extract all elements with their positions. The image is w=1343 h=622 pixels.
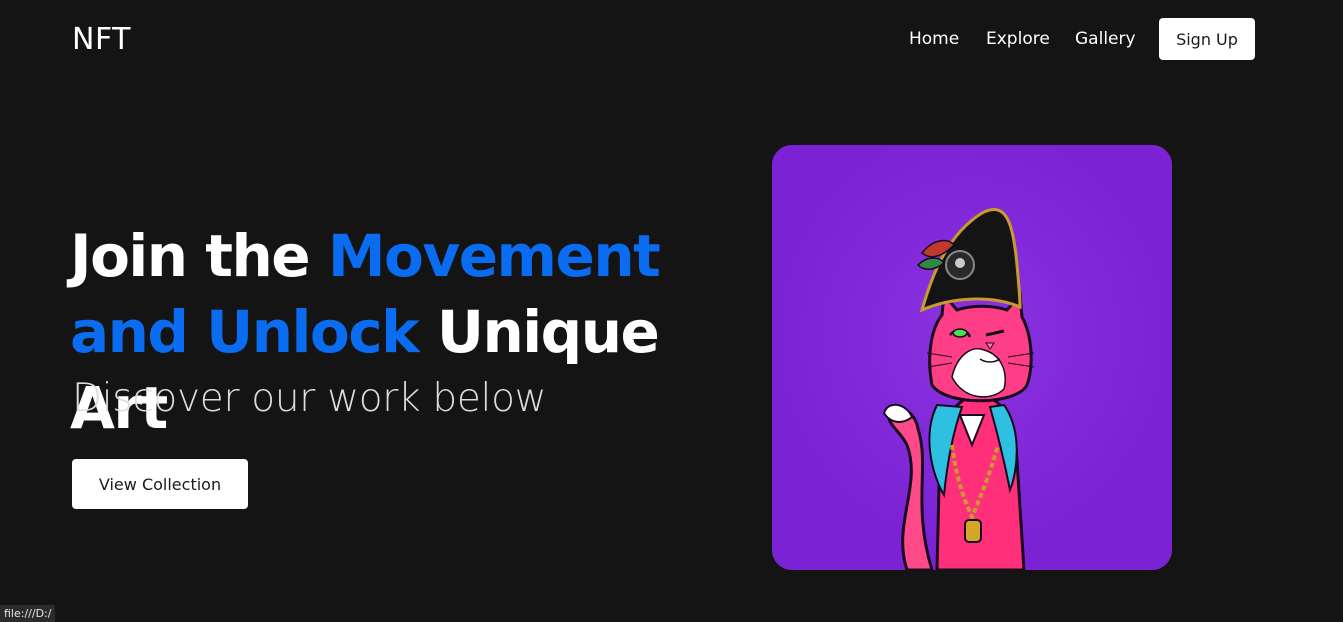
- hero-title-accent-2: and Unlock: [70, 298, 420, 366]
- sign-up-button[interactable]: Sign Up: [1159, 18, 1255, 60]
- nav-link-gallery[interactable]: Gallery: [1075, 29, 1136, 49]
- hero-title-part1: Join the: [70, 222, 328, 290]
- navbar: NFT Home Explore Gallery Sign Up: [0, 0, 1343, 80]
- hero-subtitle: Discover our work below: [72, 376, 547, 421]
- nft-art-card[interactable]: [772, 145, 1172, 570]
- nav-link-explore[interactable]: Explore: [986, 29, 1050, 49]
- view-collection-button[interactable]: View Collection: [72, 459, 248, 509]
- hero-title-accent-1: Movement: [327, 222, 661, 290]
- logo[interactable]: NFT: [72, 22, 131, 57]
- browser-status-bar: file:///D:/: [0, 605, 56, 622]
- page: NFT Home Explore Gallery Sign Up Join th…: [0, 0, 1343, 622]
- pirate-cat-illustration: [772, 145, 1172, 570]
- nav-link-home[interactable]: Home: [909, 29, 959, 49]
